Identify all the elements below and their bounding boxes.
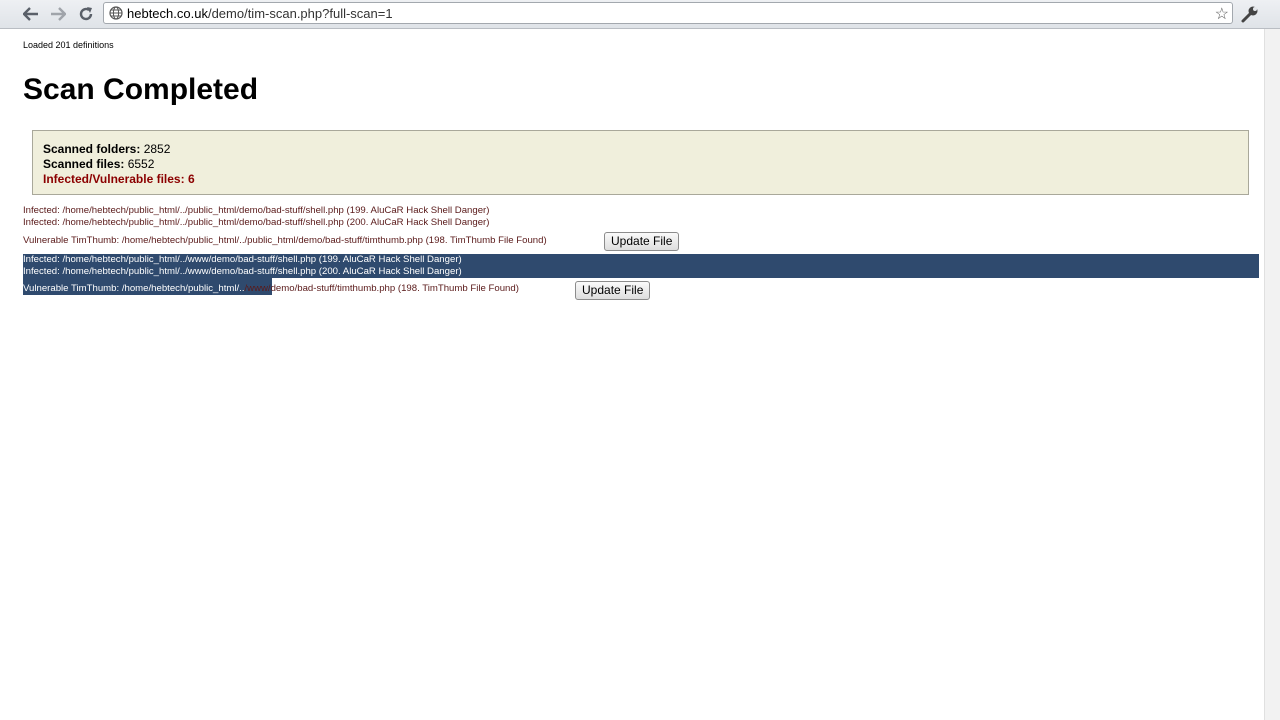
browser-toolbar: hebtech.co.uk/demo/tim-scan.php?full-sca…	[0, 0, 1280, 29]
url-host: hebtech.co.uk	[127, 6, 208, 21]
scan-summary-box: Scanned folders: 2852 Scanned files: 655…	[32, 130, 1249, 195]
update-file-button[interactable]: Update File	[604, 232, 680, 251]
scanned-files-row: Scanned files: 6552	[43, 157, 1248, 172]
address-bar[interactable]: hebtech.co.uk/demo/tim-scan.php?full-sca…	[103, 2, 1233, 24]
scanned-folders-row: Scanned folders: 2852	[43, 142, 1248, 157]
result-line-selected: Infected: /home/hebtech/public_html/../w…	[23, 254, 462, 265]
page-content: Loaded 201 definitions Scan Completed Sc…	[0, 29, 1264, 720]
url-path: /demo/tim-scan.php?full-scan=1	[207, 6, 393, 21]
result-line-selected: Infected: /home/hebtech/public_html/../w…	[23, 266, 462, 277]
wrench-icon[interactable]	[1240, 4, 1260, 29]
vertical-scrollbar[interactable]	[1264, 29, 1280, 720]
url-text: hebtech.co.uk/demo/tim-scan.php?full-sca…	[127, 6, 393, 21]
forward-icon[interactable]	[47, 3, 69, 25]
loaded-definitions-text: Loaded 201 definitions	[23, 40, 114, 50]
unselected-text-part: /www/demo/bad-stuff/timthumb.php (198. T…	[244, 283, 519, 294]
update-file-button[interactable]: Update File	[575, 281, 651, 300]
scanned-files-value: 6552	[127, 157, 155, 171]
infected-files-label: Infected/Vulnerable files:	[43, 172, 185, 186]
result-line: Vulnerable TimThumb: /home/hebtech/publi…	[23, 235, 547, 246]
infected-files-row: Infected/Vulnerable files: 6	[43, 172, 1248, 187]
reload-icon[interactable]	[75, 3, 97, 25]
result-line: Infected: /home/hebtech/public_html/../p…	[23, 217, 490, 228]
bookmark-star-icon[interactable]: ☆	[1215, 4, 1229, 24]
result-line-text: Vulnerable TimThumb: /home/hebtech/publi…	[23, 283, 519, 294]
result-line-selected: Vulnerable TimThumb: /home/hebtech/publi…	[23, 283, 519, 295]
page-title: Scan Completed	[23, 73, 259, 106]
scanned-folders-value: 2852	[143, 142, 171, 156]
globe-icon	[109, 6, 123, 25]
result-line: Infected: /home/hebtech/public_html/../p…	[23, 205, 490, 216]
selected-text-part: Vulnerable TimThumb: /home/hebtech/publi…	[23, 283, 245, 294]
scanned-files-label: Scanned files:	[43, 157, 125, 171]
back-icon[interactable]	[20, 3, 42, 25]
infected-files-value: 6	[187, 172, 195, 186]
scanned-folders-label: Scanned folders:	[43, 142, 141, 156]
